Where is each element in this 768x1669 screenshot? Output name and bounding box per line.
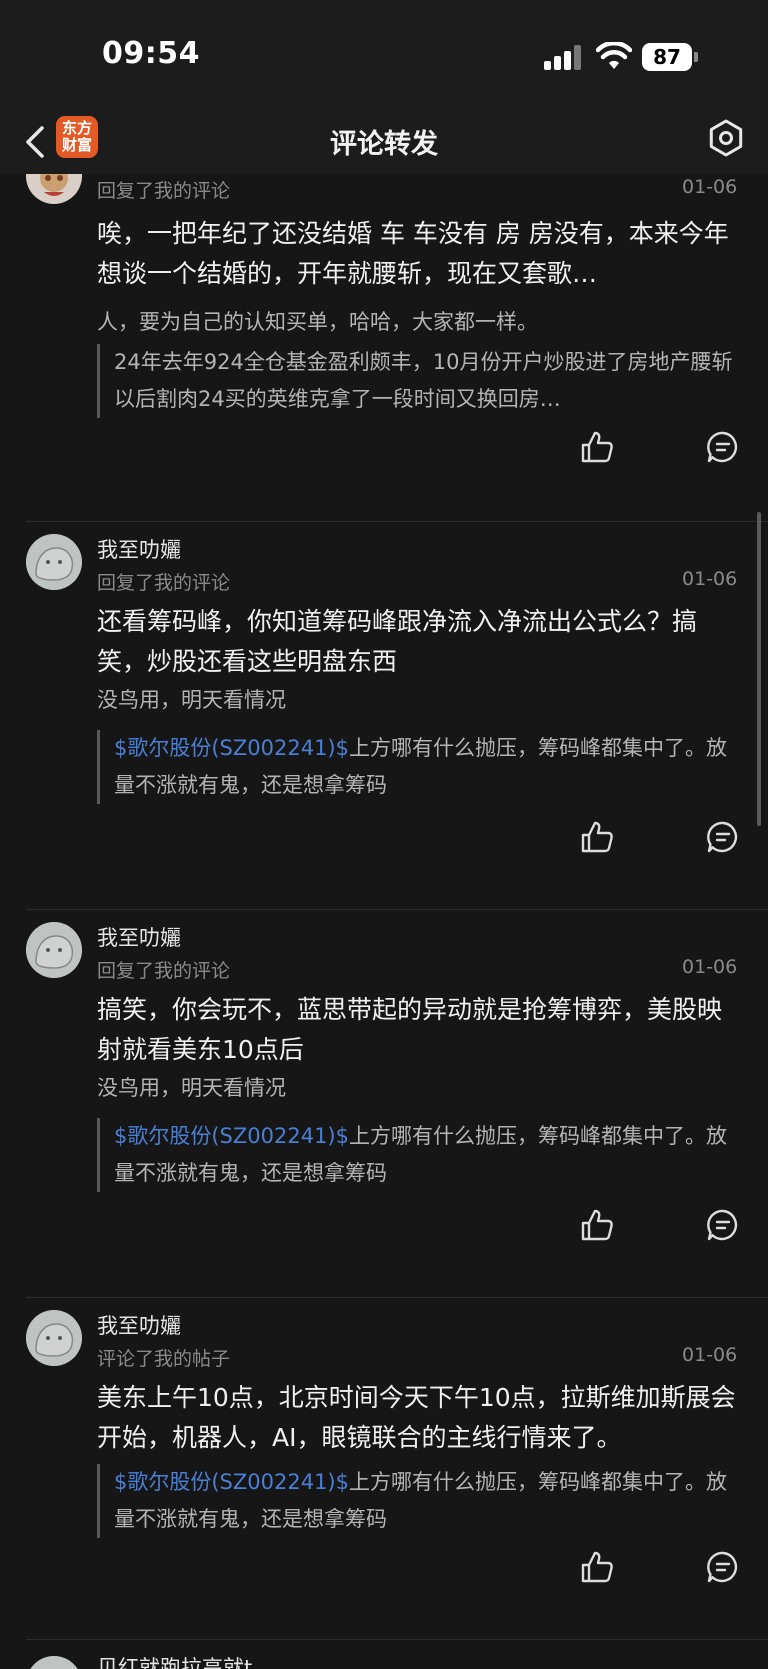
avatar[interactable] bbox=[26, 534, 82, 590]
reply-icon[interactable] bbox=[706, 430, 740, 464]
divider bbox=[26, 909, 768, 910]
status-time: 09:54 bbox=[102, 36, 200, 71]
comment-text[interactable]: 还看筹码峰，你知道筹码峰跟净流入净流出公式么？搞笑，炒股还看这些明盘东西 bbox=[97, 602, 742, 682]
original-comment-text[interactable]: 没鸟用，明天看情况 bbox=[97, 684, 737, 714]
avatar[interactable] bbox=[26, 1656, 82, 1669]
avatar-image bbox=[26, 1310, 82, 1366]
reply-icon[interactable] bbox=[706, 1550, 740, 1584]
battery-tip bbox=[694, 52, 698, 62]
action-text: 评论了我的帖子 bbox=[97, 1348, 231, 1370]
date: 01-06 bbox=[682, 568, 738, 590]
action-text: 回复了我的评论 bbox=[97, 572, 231, 594]
quoted-post[interactable]: 24年去年924全仓基金盈利颇丰，10月份开户炒股进了房地产腰斩以后割肉24买的… bbox=[97, 344, 747, 418]
status-bar: 09:54 87 bbox=[0, 0, 768, 110]
battery-icon: 87 bbox=[642, 43, 692, 71]
stock-link[interactable]: $歌尔股份(SZ002241)$ bbox=[114, 736, 349, 760]
original-comment-text[interactable]: 没鸟用，明天看情况 bbox=[97, 1072, 737, 1102]
action-text: 回复了我的评论 bbox=[97, 180, 231, 202]
date: 01-06 bbox=[682, 956, 738, 978]
avatar-image bbox=[30, 1656, 78, 1669]
avatar[interactable] bbox=[26, 174, 82, 204]
like-icon[interactable] bbox=[580, 1550, 614, 1584]
cellular-signal-icon bbox=[544, 44, 582, 70]
original-comment-text[interactable]: 人，要为自己的认知买单，哈哈，大家都一样。 bbox=[97, 306, 737, 336]
avatar-image bbox=[40, 174, 68, 196]
date: 01-06 bbox=[682, 176, 738, 198]
username[interactable]: 我至叻孋 bbox=[97, 922, 181, 952]
gear-icon[interactable] bbox=[706, 118, 746, 158]
divider bbox=[26, 1639, 768, 1640]
like-icon[interactable] bbox=[580, 430, 614, 464]
stock-link[interactable]: $歌尔股份(SZ002241)$ bbox=[114, 1124, 349, 1148]
avatar-image bbox=[26, 534, 82, 590]
quoted-post[interactable]: $歌尔股份(SZ002241)$上方哪有什么抛压，筹码峰都集中了。放量不涨就有鬼… bbox=[97, 1464, 747, 1538]
quoted-text: 24年去年924全仓基金盈利颇丰，10月份开户炒股进了房地产腰斩以后割肉24买的… bbox=[114, 350, 733, 411]
wifi-icon bbox=[596, 42, 632, 69]
notification-feed[interactable]: 回复了我的评论 01-06 唉，一把年纪了还没结婚 车 车没有 房 房没有，本来… bbox=[0, 174, 768, 1669]
username[interactable]: 贝红就跑拉高就t bbox=[97, 1652, 252, 1669]
page-title: 评论转发 bbox=[330, 129, 438, 160]
comment-text[interactable]: 搞笑，你会玩不，蓝思带起的异动就是抢筹博弈，美股映射就看美东10点后 bbox=[97, 990, 742, 1070]
like-icon[interactable] bbox=[580, 820, 614, 854]
quoted-post[interactable]: $歌尔股份(SZ002241)$上方哪有什么抛压，筹码峰都集中了。放量不涨就有鬼… bbox=[97, 730, 747, 804]
avatar-image bbox=[26, 922, 82, 978]
comment-text[interactable]: 美东上午10点，北京时间今天下午10点，拉斯维加斯展会开始，机器人，AI，眼镜联… bbox=[97, 1378, 742, 1458]
scrollbar[interactable] bbox=[757, 512, 761, 826]
username[interactable]: 我至叻孋 bbox=[97, 534, 181, 564]
avatar[interactable] bbox=[26, 922, 82, 978]
action-text: 回复了我的评论 bbox=[97, 960, 231, 982]
quoted-post[interactable]: $歌尔股份(SZ002241)$上方哪有什么抛压，筹码峰都集中了。放量不涨就有鬼… bbox=[97, 1118, 747, 1192]
reply-icon[interactable] bbox=[706, 1208, 740, 1242]
divider bbox=[26, 521, 768, 522]
stock-link[interactable]: $歌尔股份(SZ002241)$ bbox=[114, 1470, 349, 1494]
reply-icon[interactable] bbox=[706, 820, 740, 854]
username[interactable]: 我至叻孋 bbox=[97, 1310, 181, 1340]
avatar[interactable] bbox=[26, 1310, 82, 1366]
date: 01-06 bbox=[682, 1344, 738, 1366]
nav-bar: 东方 财富 评论转发 bbox=[0, 110, 768, 174]
divider bbox=[26, 1297, 768, 1298]
like-icon[interactable] bbox=[580, 1208, 614, 1242]
comment-text[interactable]: 唉，一把年纪了还没结婚 车 车没有 房 房没有，本来今年想谈一个结婚的，开年就腰… bbox=[97, 214, 742, 294]
